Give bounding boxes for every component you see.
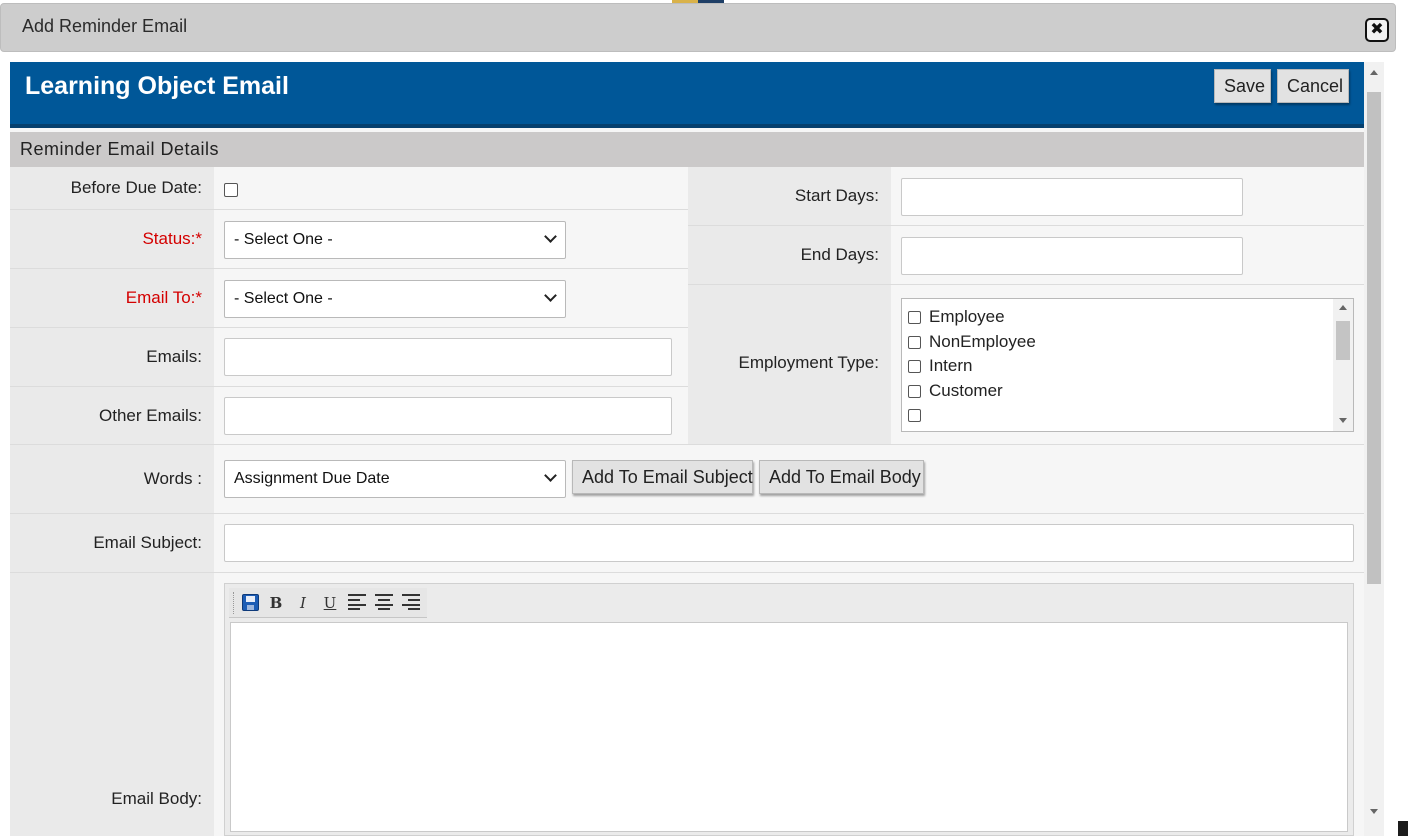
- email-body-label: Email Body:: [111, 789, 202, 808]
- emails-input[interactable]: [224, 338, 672, 376]
- end-days-input[interactable]: [901, 237, 1243, 275]
- cancel-button[interactable]: Cancel: [1277, 69, 1349, 103]
- email-to-label-text: Email To:: [125, 288, 196, 307]
- words-label-cell: Words :: [10, 445, 214, 514]
- listbox-scrollbar-thumb[interactable]: [1336, 321, 1350, 360]
- chevron-down-icon: [544, 289, 557, 302]
- email-subject-label: Email Subject:: [93, 533, 202, 552]
- dialog-scrollbar-thumb[interactable]: [1367, 92, 1381, 584]
- chevron-down-icon: [544, 469, 557, 482]
- toolbar-grip: [233, 592, 235, 614]
- before-due-date-label: Before Due Date:: [70, 178, 202, 197]
- dialog-titlebar: Add Reminder Email ✖: [0, 3, 1396, 52]
- end-days-field-cell: [891, 226, 1364, 285]
- editor-toolbar: B I U: [229, 588, 427, 618]
- before-due-date-checkbox[interactable]: [224, 183, 238, 197]
- end-days-label-cell: End Days:: [688, 226, 891, 285]
- email-to-label-cell: Email To:*: [10, 269, 214, 328]
- section-title: Reminder Email Details: [20, 139, 220, 159]
- page-title: Learning Object Email: [25, 72, 289, 100]
- start-days-label-cell: Start Days:: [688, 167, 891, 226]
- required-mark: *: [195, 229, 202, 248]
- status-select-value: - Select One -: [234, 231, 333, 248]
- add-to-email-body-button[interactable]: Add To Email Body: [759, 460, 924, 494]
- email-body-editor[interactable]: [230, 622, 1348, 832]
- other-emails-input[interactable]: [224, 397, 672, 435]
- align-right-icon[interactable]: [402, 594, 420, 610]
- email-subject-field-cell: [214, 514, 1364, 573]
- italic-icon[interactable]: I: [291, 591, 315, 615]
- underline-icon[interactable]: U: [318, 591, 342, 615]
- employment-type-option-label: Customer: [929, 381, 1003, 400]
- email-to-select-value: - Select One -: [234, 290, 333, 307]
- employment-type-listbox[interactable]: Employee NonEmployee Intern Customer: [901, 298, 1354, 432]
- other-emails-label: Other Emails:: [99, 406, 202, 425]
- listbox-scrollbar[interactable]: [1333, 299, 1353, 431]
- before-due-date-field-cell: [214, 167, 688, 210]
- words-label: Words :: [143, 469, 202, 488]
- chevron-down-icon: [544, 230, 557, 243]
- end-days-label: End Days:: [800, 245, 879, 264]
- email-to-label: Email To:*: [126, 288, 202, 308]
- employment-type-checkbox[interactable]: [908, 311, 921, 324]
- email-subject-input[interactable]: [224, 524, 1354, 562]
- employment-type-checkbox[interactable]: [908, 336, 921, 349]
- align-center-icon[interactable]: [375, 594, 393, 610]
- words-select-value: Assignment Due Date: [234, 470, 390, 487]
- scroll-up-icon[interactable]: [1339, 305, 1347, 310]
- email-subject-label-cell: Email Subject:: [10, 514, 214, 573]
- start-days-input[interactable]: [901, 178, 1243, 216]
- status-label-text: Status:: [142, 229, 196, 248]
- start-days-field-cell: [891, 167, 1364, 226]
- scroll-down-icon[interactable]: [1339, 418, 1347, 423]
- save-button[interactable]: Save: [1214, 69, 1271, 103]
- bold-icon[interactable]: B: [264, 591, 288, 615]
- scroll-down-icon[interactable]: [1370, 809, 1378, 814]
- words-field-cell: Assignment Due Date Add To Email Subject…: [214, 445, 1364, 514]
- window-corner: [1398, 821, 1408, 836]
- dialog-scrollbar[interactable]: [1364, 62, 1384, 836]
- rich-text-editor: B I U: [224, 583, 1354, 836]
- other-emails-field-cell: [214, 387, 688, 445]
- emails-field-cell: [214, 328, 688, 387]
- emails-label-cell: Emails:: [10, 328, 214, 387]
- employment-type-checkbox[interactable]: [908, 409, 921, 422]
- close-icon[interactable]: ✖: [1365, 18, 1389, 42]
- employment-type-option-label: Employee: [929, 307, 1005, 326]
- save-icon[interactable]: [242, 594, 259, 611]
- align-left-icon[interactable]: [348, 594, 366, 610]
- emails-label: Emails:: [146, 347, 202, 366]
- employment-type-option-label: Intern: [929, 356, 973, 375]
- employment-type-label-cell: Employment Type:: [688, 285, 891, 445]
- status-label-cell: Status:*: [10, 210, 214, 269]
- email-body-label-cell: Email Body:: [10, 573, 214, 836]
- before-due-date-label-cell: Before Due Date:: [10, 167, 214, 210]
- employment-type-label: Employment Type:: [738, 353, 879, 372]
- page-header: Learning Object Email Save Cancel: [10, 62, 1364, 128]
- words-select[interactable]: Assignment Due Date: [224, 460, 566, 498]
- email-to-select[interactable]: - Select One -: [224, 280, 566, 318]
- status-field-cell: - Select One -: [214, 210, 688, 269]
- employment-type-option-label: NonEmployee: [929, 332, 1036, 351]
- employment-type-field-cell: Employee NonEmployee Intern Customer: [891, 285, 1364, 445]
- employment-type-checkbox[interactable]: [908, 385, 921, 398]
- email-to-field-cell: - Select One -: [214, 269, 688, 328]
- other-emails-label-cell: Other Emails:: [10, 387, 214, 445]
- status-select[interactable]: - Select One -: [224, 221, 566, 259]
- section-header: Reminder Email Details: [10, 132, 1364, 167]
- dialog-content: Learning Object Email Save Cancel Remind…: [10, 62, 1364, 836]
- dialog-title: Add Reminder Email: [22, 16, 188, 36]
- start-days-label: Start Days:: [794, 186, 879, 205]
- status-label: Status:*: [142, 229, 202, 249]
- required-mark: *: [195, 288, 202, 307]
- scroll-up-icon[interactable]: [1370, 70, 1378, 75]
- employment-type-checkbox[interactable]: [908, 360, 921, 373]
- add-to-email-subject-button[interactable]: Add To Email Subject: [572, 460, 753, 494]
